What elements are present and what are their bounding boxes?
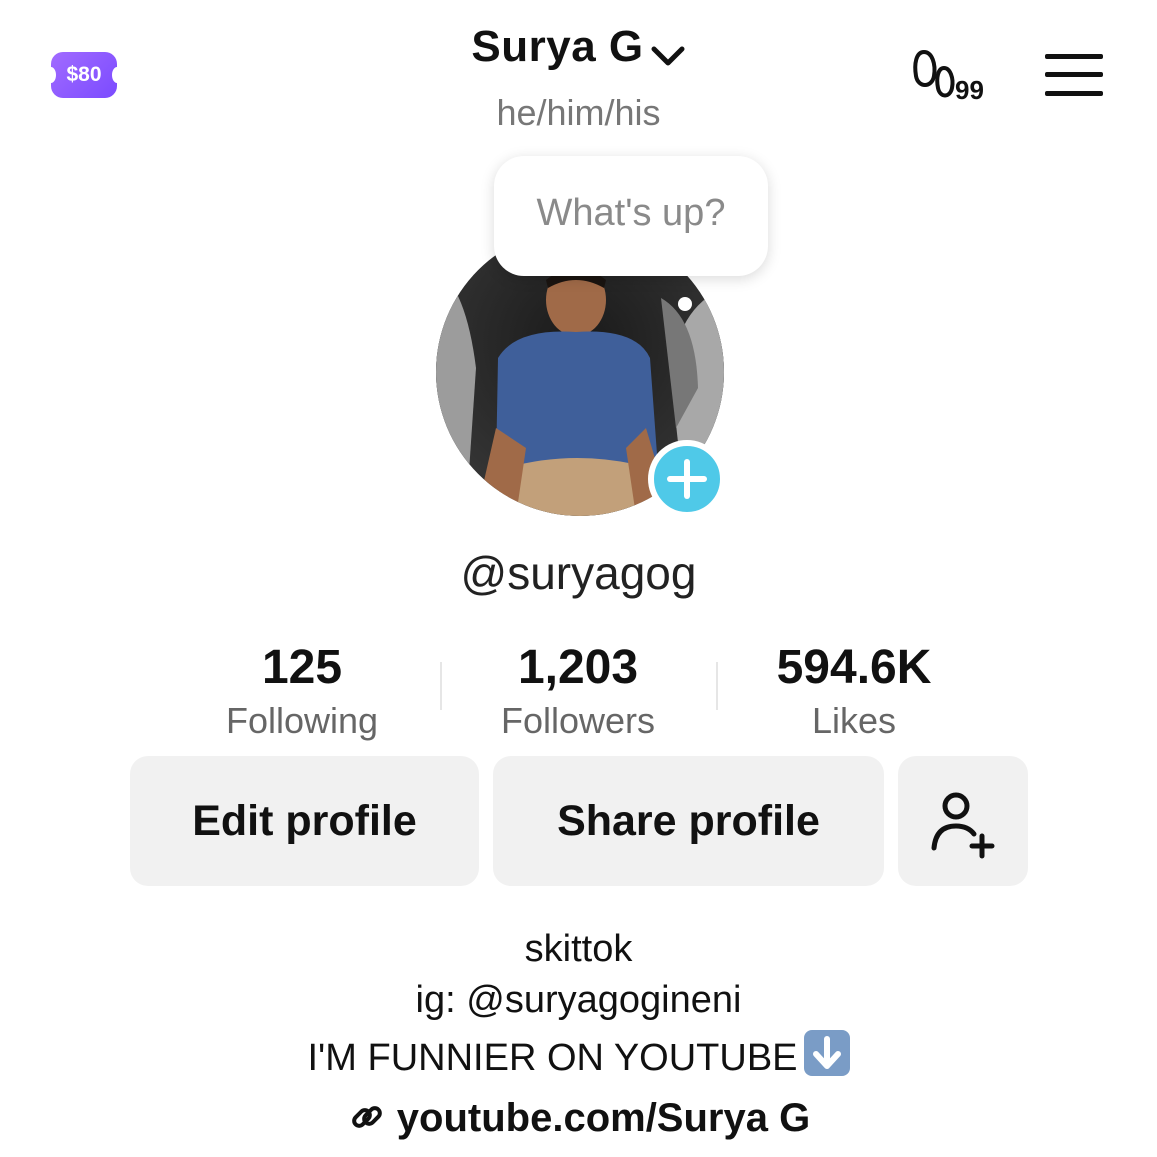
share-profile-label: Share profile [557,797,820,845]
bio-link-text: youtube.com/Surya G [396,1096,811,1140]
following-label[interactable]: Following [172,700,432,742]
bio-line-2: ig: @suryagogineni [415,979,742,1021]
account-switcher[interactable]: Surya G [0,22,1157,72]
bio-line-3: I'M FUNNIER ON YOUTUBE [307,1037,798,1079]
bio-line-1: skittok [524,928,633,970]
add-friend-icon [931,792,995,859]
edit-profile-label: Edit profile [192,797,417,845]
add-friend-button[interactable] [898,756,1028,886]
following-count[interactable]: 125 [172,640,432,695]
down-arrow-emoji [803,1030,850,1076]
stat-divider [716,662,718,710]
bubble-tail-dot [678,297,692,311]
footprint-count: 99 [955,75,984,105]
chevron-down-icon [651,46,685,66]
plus-icon [667,459,707,499]
add-avatar-button[interactable] [648,440,726,518]
edit-profile-button[interactable]: Edit profile [130,756,479,886]
likes-count: 594.6K [776,641,932,694]
menu-icon[interactable] [1045,54,1103,96]
share-profile-button[interactable]: Share profile [493,756,884,886]
followers-count[interactable]: 1,203 [448,640,708,695]
likes-label: Likes [811,700,897,741]
followers-label[interactable]: Followers [448,700,708,742]
stat-divider [440,662,442,710]
profile-handle: @suryagog [460,547,697,599]
status-bubble-text: What's up? [536,192,726,234]
page-title: Surya G [471,22,644,71]
link-icon [351,1106,382,1128]
bio-line-3-wrap: I'M FUNNIER ON YOUTUBE [0,1030,1157,1080]
bio-link[interactable]: youtube.com/Surya G [0,1096,1157,1141]
